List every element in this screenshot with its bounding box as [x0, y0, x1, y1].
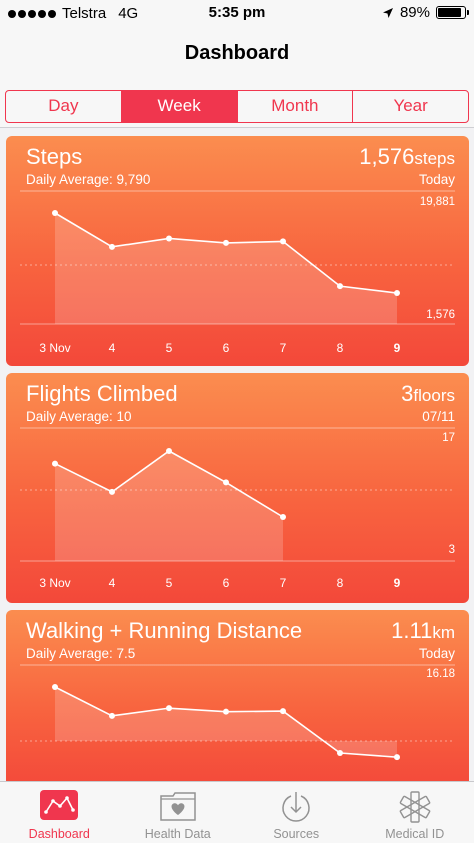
data-point — [337, 750, 343, 757]
tab-health-data[interactable]: Health Data — [119, 782, 238, 843]
series-area — [55, 687, 397, 758]
distance-card[interactable]: Walking + Running Distance Daily Average… — [6, 610, 469, 790]
data-point — [394, 754, 400, 761]
x-axis-label: 8 — [336, 576, 344, 590]
current-value: 3floors — [401, 381, 455, 407]
flights-chart — [20, 427, 455, 562]
segment-week[interactable]: Week — [121, 91, 238, 122]
value-number: 3 — [401, 381, 414, 406]
data-point — [52, 684, 58, 690]
x-axis-label: 7 — [279, 576, 287, 590]
steps-card[interactable]: Steps Daily Average: 9,790 1,576steps To… — [6, 136, 469, 366]
current-value: 1,576steps — [359, 144, 455, 170]
asterisk-icon — [399, 791, 431, 823]
data-point — [223, 479, 229, 486]
data-point — [280, 514, 286, 520]
segment-month[interactable]: Month — [238, 91, 354, 122]
daily-average: Daily Average: 10 — [26, 409, 132, 424]
x-axis-label: 7 — [279, 341, 287, 355]
x-axis-label: 8 — [336, 341, 344, 355]
navigation-bar: Dashboard — [0, 28, 474, 86]
data-point — [223, 239, 229, 246]
data-point — [280, 708, 286, 715]
data-point — [166, 448, 172, 454]
x-axis-label: 4 — [108, 341, 116, 355]
value-unit: steps — [414, 149, 455, 168]
value-unit: floors — [413, 386, 455, 405]
data-point — [109, 243, 115, 250]
y-max-label: 19,881 — [419, 196, 455, 208]
x-axis-label: 5 — [165, 341, 173, 355]
segment-year[interactable]: Year — [353, 91, 468, 122]
daily-average: Daily Average: 9,790 — [26, 172, 151, 187]
y-max-label: 17 — [442, 432, 455, 444]
value-date: 07/11 — [422, 409, 455, 424]
download-heart-icon — [282, 792, 310, 822]
folder-heart-icon — [160, 792, 196, 821]
data-point — [337, 283, 343, 290]
data-point — [166, 705, 172, 712]
data-point — [166, 235, 172, 242]
tab-dashboard[interactable]: Dashboard — [0, 782, 119, 843]
dashboard-chart-icon — [40, 790, 79, 820]
tab-label: Dashboard — [28, 827, 90, 841]
tab-bar: Dashboard Health Data Sources Medical ID — [0, 781, 474, 843]
y-max-label: 16.18 — [426, 668, 455, 680]
range-bar: Day Week Month Year — [0, 86, 474, 128]
value-unit: km — [432, 623, 455, 642]
value-date: Today — [418, 646, 455, 661]
y-min-label: 1,576 — [426, 309, 455, 321]
card-title: Flights Climbed — [26, 381, 178, 406]
x-axis-label: 9 — [393, 576, 401, 590]
series-area — [55, 213, 397, 324]
data-point — [52, 210, 58, 216]
value-number: 1,576 — [359, 144, 415, 169]
y-min-label: 3 — [448, 544, 455, 556]
data-point — [52, 460, 58, 467]
range-segmented-control: Day Week Month Year — [5, 90, 469, 123]
x-axis-label: 5 — [165, 576, 173, 590]
x-axis-label: 6 — [222, 341, 230, 355]
x-axis-label: 6 — [222, 576, 230, 590]
tab-medical-id[interactable]: Medical ID — [356, 782, 474, 843]
tab-label: Medical ID — [385, 827, 445, 841]
data-point — [109, 712, 115, 719]
steps-chart — [20, 190, 455, 325]
x-axis-label: 9 — [393, 341, 401, 355]
card-title: Steps — [26, 144, 83, 169]
tab-label: Sources — [273, 827, 320, 841]
flights-card[interactable]: Flights Climbed Daily Average: 10 3floor… — [6, 373, 469, 603]
segment-day[interactable]: Day — [6, 91, 122, 122]
card-title: Walking + Running Distance — [26, 618, 303, 643]
daily-average: Daily Average: 7.5 — [26, 646, 136, 661]
x-axis-label: 3 Nov — [39, 576, 71, 590]
x-axis-label: 3 Nov — [39, 341, 71, 355]
battery-percent: 89% — [399, 4, 430, 21]
current-value: 1.11km — [391, 618, 455, 644]
series-area — [55, 451, 283, 561]
data-point — [223, 708, 229, 715]
location-arrow-icon — [382, 7, 393, 18]
battery-icon — [436, 6, 469, 19]
data-point — [280, 238, 286, 245]
data-point — [394, 290, 400, 297]
status-right: 89% — [382, 4, 469, 21]
status-bar: Telstra 4G 5:35 pm 89% — [0, 0, 474, 28]
tab-label: Health Data — [144, 827, 211, 841]
x-axis-label: 4 — [108, 576, 116, 590]
tab-sources[interactable]: Sources — [237, 782, 356, 843]
value-date: Today — [418, 172, 455, 187]
data-point — [109, 488, 115, 495]
value-number: 1.11 — [391, 618, 433, 643]
page-title: Dashboard — [184, 42, 290, 64]
